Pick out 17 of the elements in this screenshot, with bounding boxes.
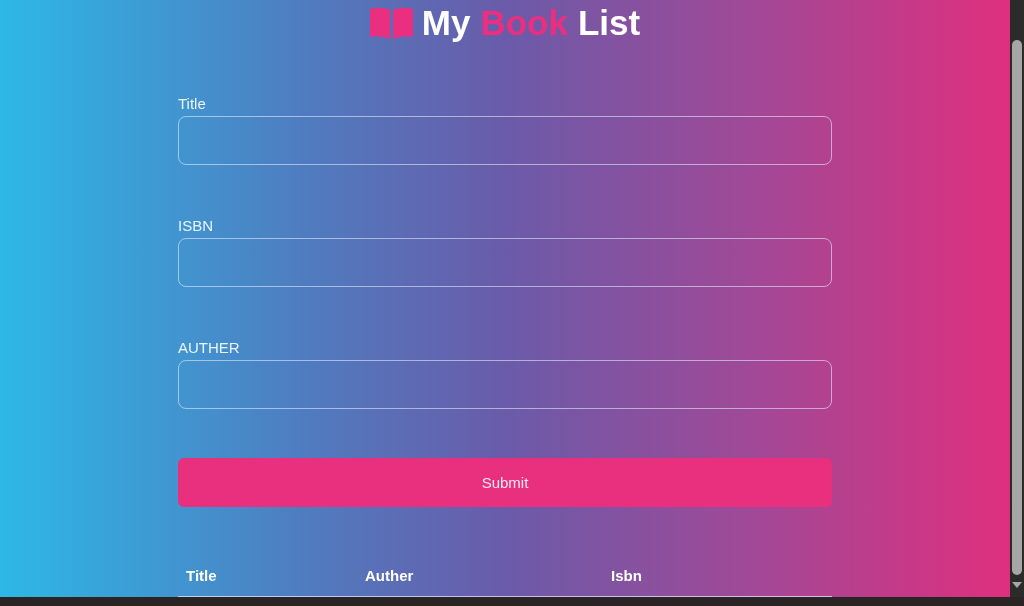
scrollbar-thumb[interactable]	[1012, 40, 1022, 575]
scrollbar[interactable]	[1010, 0, 1024, 597]
input-field[interactable]	[178, 238, 832, 287]
title-word: Book	[480, 3, 568, 43]
column-header: Isbn	[610, 566, 643, 586]
title-word: My	[421, 3, 471, 43]
field-label: ISBN	[178, 217, 213, 235]
book-icon	[369, 7, 413, 39]
column-header: Title	[185, 566, 218, 586]
scroll-down-arrow-icon[interactable]	[1012, 582, 1022, 588]
submit-button[interactable]: Submit	[178, 458, 832, 507]
title-word: List	[577, 3, 641, 43]
input-field[interactable]	[178, 116, 832, 165]
input-field[interactable]	[178, 360, 832, 409]
field-label: AUTHER	[178, 339, 240, 357]
field-label: Title	[178, 95, 206, 113]
column-header: Auther	[364, 566, 415, 586]
